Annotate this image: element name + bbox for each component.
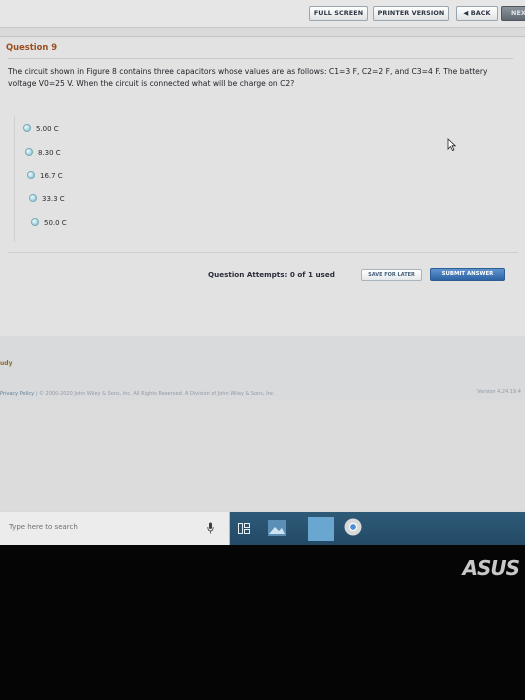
chrome-icon[interactable]: [344, 518, 362, 536]
study-link[interactable]: udy: [0, 360, 12, 367]
answer-choices: 5.00 C 8.30 C 16.7 C 33.3 C 50.0 C: [14, 116, 514, 242]
choice-5[interactable]: 50.0 C: [31, 216, 67, 230]
choice-3[interactable]: 16.7 C: [27, 169, 63, 183]
task-view-icon[interactable]: [238, 523, 250, 534]
copyright-text: © 2000-2020 John Wiley & Sons, Inc. All …: [38, 391, 276, 397]
question-text: The circuit shown in Figure 8 contains t…: [8, 67, 488, 88]
choice-4[interactable]: 33.3 C: [29, 192, 65, 206]
choice-label: 8.30 C: [38, 149, 61, 157]
choice-label: 50.0 C: [44, 219, 67, 227]
submit-answer-button[interactable]: SUBMIT ANSWER: [430, 268, 505, 281]
choice-label: 5.00 C: [36, 125, 59, 133]
back-button[interactable]: ◀ BACK: [456, 6, 498, 21]
next-button[interactable]: NEX: [501, 6, 525, 21]
radio-button-icon[interactable]: [29, 194, 37, 202]
title-divider: [8, 58, 513, 59]
radio-button-icon[interactable]: [27, 171, 35, 179]
full-screen-button[interactable]: FULL SCREEN: [309, 6, 368, 21]
microphone-icon[interactable]: [207, 522, 214, 534]
printer-version-button[interactable]: PRINTER VERSION: [373, 6, 449, 21]
taskbar-search-box[interactable]: Type here to search: [0, 512, 230, 545]
question-attempts: Question Attempts: 0 of 1 used: [208, 270, 335, 279]
photos-app-icon[interactable]: [268, 520, 286, 536]
svg-text:ASUS: ASUS: [460, 556, 519, 578]
radio-button-icon[interactable]: [23, 124, 31, 132]
top-toolbar: FULL SCREEN PRINTER VERSION ◀ BACK NEX: [0, 0, 525, 28]
search-placeholder: Type here to search: [9, 523, 78, 531]
taskbar: Type here to search: [0, 512, 525, 545]
footer-separator: |: [35, 391, 38, 397]
mouse-cursor-icon: [447, 138, 456, 151]
footer: Privacy Policy | © 2000-2020 John Wiley …: [0, 388, 525, 400]
store-app-icon[interactable]: [308, 517, 334, 541]
save-for-later-button[interactable]: SAVE FOR LATER: [361, 269, 422, 281]
choice-1[interactable]: 5.00 C: [23, 122, 59, 136]
choice-label: 33.3 C: [42, 195, 65, 203]
radio-button-icon[interactable]: [25, 148, 33, 156]
asus-logo: ASUS: [460, 556, 520, 578]
choices-divider: [8, 252, 518, 253]
radio-button-icon[interactable]: [31, 218, 39, 226]
question-title: Question 9: [6, 42, 58, 52]
empty-page-area: [0, 400, 525, 510]
choice-label: 16.7 C: [40, 172, 63, 180]
version-text: Version 4.24.19.4: [477, 389, 521, 395]
choice-2[interactable]: 8.30 C: [25, 146, 61, 160]
privacy-policy-link[interactable]: Privacy Policy: [0, 391, 34, 397]
screen: FULL SCREEN PRINTER VERSION ◀ BACK NEX Q…: [0, 0, 525, 545]
